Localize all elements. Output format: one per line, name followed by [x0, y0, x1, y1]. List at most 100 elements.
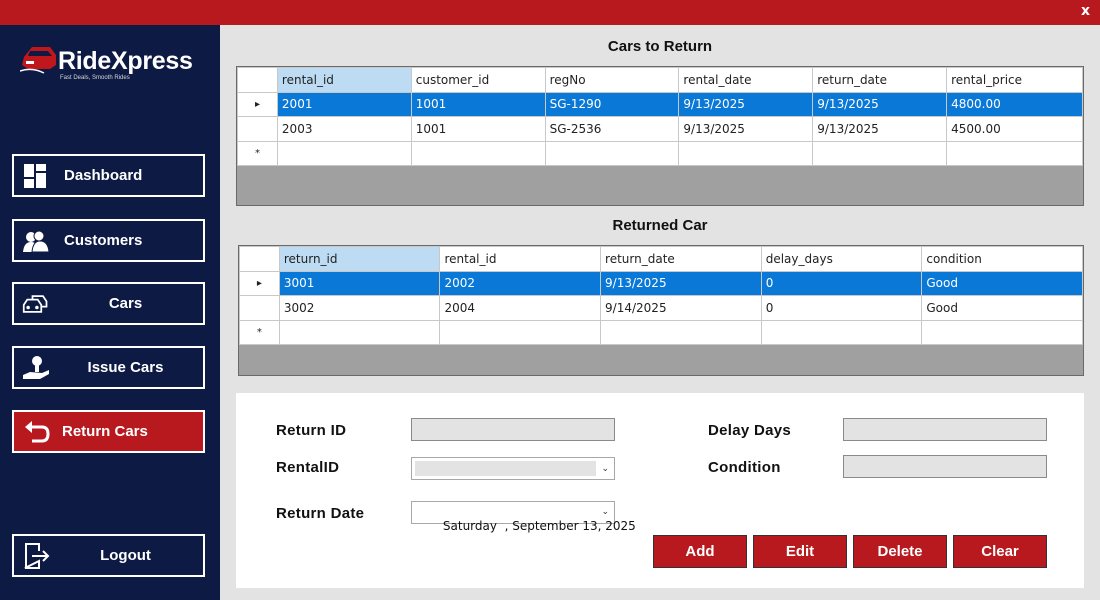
logout-label: Logout	[100, 547, 151, 564]
title-bar: x	[0, 0, 1100, 25]
table-cell[interactable]: 4500.00	[946, 116, 1083, 142]
chevron-down-icon[interactable]: ⌄	[601, 507, 609, 517]
new-row-marker[interactable]: *	[239, 319, 280, 345]
column-header[interactable]: return_date	[812, 67, 948, 93]
column-header[interactable]: customer_id	[410, 67, 546, 93]
row-header-corner	[239, 246, 280, 272]
table-row[interactable]: 2003 1001 SG-2536 9/13/2025 9/13/2025 45…	[237, 116, 1083, 142]
table-cell[interactable]: 9/14/2025	[600, 295, 762, 321]
column-header[interactable]: rental_id	[276, 67, 412, 93]
column-header[interactable]: rental_price	[946, 67, 1083, 93]
column-header[interactable]: return_id	[278, 246, 441, 272]
brand-tagline: Fast Deals, Smooth Rides	[60, 75, 130, 81]
delete-button[interactable]: Delete	[853, 535, 947, 568]
table-cell[interactable]: 9/13/2025	[600, 270, 762, 296]
table-row[interactable]: ▸ 3001 2002 9/13/2025 0 Good	[239, 270, 1083, 296]
table-cell[interactable]	[678, 140, 814, 166]
table-cell[interactable]: 1001	[410, 116, 546, 142]
table-cell[interactable]: 1001	[410, 91, 546, 117]
brand-logo: RideXpress Fast Deals, Smooth Rides	[20, 43, 200, 87]
return-id-field[interactable]	[411, 418, 615, 441]
sidebar-item-return-cars[interactable]: Return Cars	[12, 410, 205, 453]
clear-button[interactable]: Clear	[953, 535, 1047, 568]
row-header[interactable]	[239, 295, 280, 321]
table-cell[interactable]: 2003	[276, 116, 412, 142]
row-header[interactable]	[237, 116, 278, 142]
table-cell[interactable]: 0	[760, 270, 923, 296]
table-cell[interactable]: 4800.00	[946, 91, 1083, 117]
table-cell[interactable]: 9/13/2025	[812, 116, 948, 142]
new-row[interactable]: *	[239, 319, 1083, 345]
table-cell[interactable]	[600, 319, 762, 345]
table-cell[interactable]: 3002	[278, 295, 441, 321]
grid-header-row: rental_id customer_id regNo rental_date …	[237, 67, 1083, 93]
cars-to-return-grid[interactable]: rental_id customer_id regNo rental_date …	[236, 66, 1084, 206]
returned-car-grid[interactable]: return_id rental_id return_date delay_da…	[238, 245, 1084, 376]
sidebar-item-label: Customers	[64, 232, 143, 249]
return-form: Return ID RentalID ⌄ Return Date Saturda…	[236, 393, 1084, 588]
table-cell[interactable]	[278, 319, 441, 345]
table-row[interactable]: ▸ 2001 1001 SG-1290 9/13/2025 9/13/2025 …	[237, 91, 1083, 117]
table-cell[interactable]: 0	[760, 295, 923, 321]
table-cell[interactable]	[921, 319, 1083, 345]
column-header[interactable]: rental_date	[678, 67, 814, 93]
chevron-down-icon[interactable]: ⌄	[601, 463, 609, 474]
column-header[interactable]: regNo	[544, 67, 680, 93]
return-date-label: Return Date	[276, 505, 365, 522]
brand-name: RideXpress	[58, 47, 193, 75]
sidebar-item-issue-cars[interactable]: Issue Cars	[12, 346, 205, 389]
close-button[interactable]: x	[1081, 3, 1090, 19]
cars-icon	[22, 295, 48, 313]
sidebar-item-label: Issue Cars	[87, 359, 164, 376]
table-cell[interactable]: 9/13/2025	[678, 91, 814, 117]
table-cell[interactable]: 9/13/2025	[812, 91, 948, 117]
table-cell[interactable]: 9/13/2025	[678, 116, 814, 142]
condition-field[interactable]	[843, 455, 1047, 478]
table-cell[interactable]: 3001	[278, 270, 441, 296]
rental-id-select[interactable]: ⌄	[411, 457, 615, 480]
delay-days-field[interactable]	[843, 418, 1047, 441]
grid-header-row: return_id rental_id return_date delay_da…	[239, 246, 1083, 272]
column-header[interactable]: return_date	[600, 246, 762, 272]
current-row-marker[interactable]: ▸	[237, 91, 278, 117]
table-cell[interactable]	[410, 140, 546, 166]
table-cell[interactable]	[544, 140, 680, 166]
delay-days-label: Delay Days	[708, 422, 792, 439]
return-id-label: Return ID	[276, 422, 347, 439]
sidebar-item-cars[interactable]: Cars	[12, 282, 205, 325]
column-header[interactable]: rental_id	[439, 246, 602, 272]
table-cell[interactable]: 2004	[439, 295, 602, 321]
sidebar-item-customers[interactable]: Customers	[12, 219, 205, 262]
table-cell[interactable]	[946, 140, 1083, 166]
table-cell[interactable]	[276, 140, 412, 166]
table-cell[interactable]: Good	[921, 270, 1083, 296]
current-row-marker[interactable]: ▸	[239, 270, 280, 296]
dashboard-icon	[24, 164, 46, 188]
table-row[interactable]: 3002 2004 9/14/2025 0 Good	[239, 295, 1083, 321]
new-row-marker[interactable]: *	[237, 140, 278, 166]
column-header[interactable]: delay_days	[760, 246, 923, 272]
sidebar: RideXpress Fast Deals, Smooth Rides Dash…	[0, 25, 220, 600]
returned-car-title: Returned Car	[612, 217, 708, 234]
condition-label: Condition	[708, 459, 781, 476]
rental-id-select-value	[415, 461, 596, 476]
add-button[interactable]: Add	[653, 535, 747, 568]
logout-icon	[24, 543, 50, 569]
cars-to-return-title: Cars to Return	[607, 38, 713, 55]
table-cell[interactable]: SG-1290	[544, 91, 680, 117]
edit-button[interactable]: Edit	[753, 535, 847, 568]
table-cell[interactable]	[439, 319, 602, 345]
column-header[interactable]: condition	[921, 246, 1083, 272]
sidebar-item-dashboard[interactable]: Dashboard	[12, 154, 205, 197]
table-cell[interactable]	[812, 140, 948, 166]
new-row[interactable]: *	[237, 140, 1083, 166]
car-logo-icon	[20, 47, 56, 74]
sidebar-item-label: Return Cars	[62, 423, 148, 440]
return-date-picker[interactable]: Saturday , September 13, 2025 ⌄	[411, 501, 636, 533]
table-cell[interactable]: 2002	[439, 270, 602, 296]
table-cell[interactable]: 2001	[276, 91, 412, 117]
table-cell[interactable]	[760, 319, 923, 345]
table-cell[interactable]: SG-2536	[544, 116, 680, 142]
logout-button[interactable]: Logout	[12, 534, 205, 577]
table-cell[interactable]: Good	[921, 295, 1083, 321]
